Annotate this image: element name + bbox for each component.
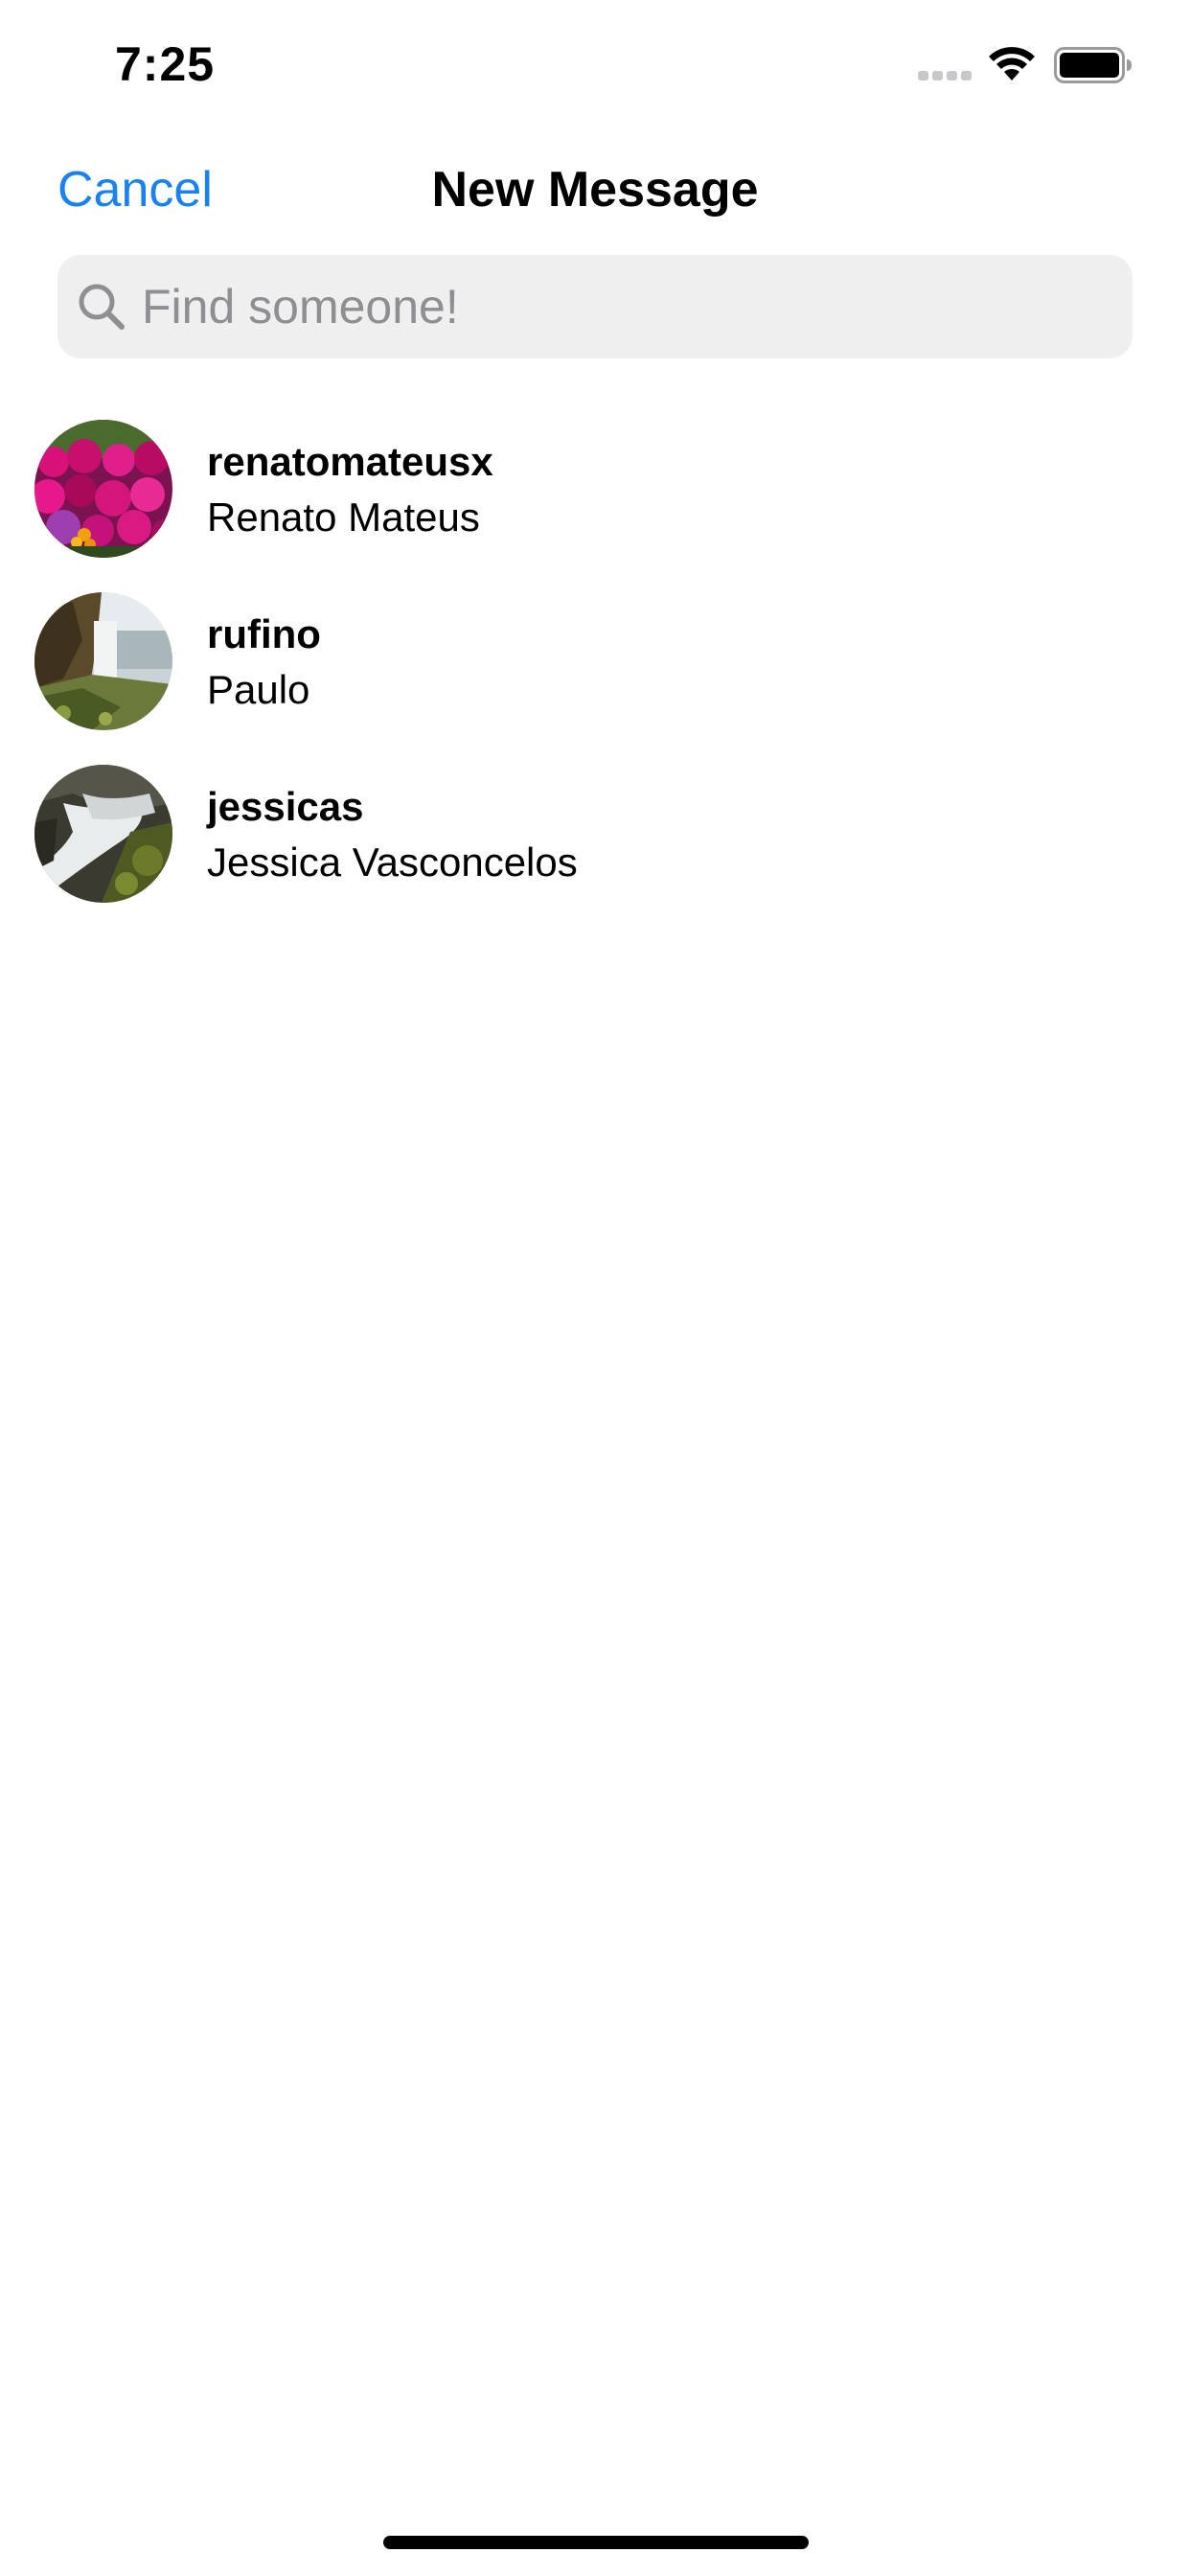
avatar bbox=[34, 420, 172, 558]
full-name: Renato Mateus bbox=[207, 494, 480, 540]
avatar bbox=[34, 765, 172, 903]
username: renatomateusx bbox=[207, 439, 493, 484]
search-box[interactable] bbox=[57, 255, 1133, 358]
nav-bar: New Message Cancel bbox=[0, 144, 1190, 236]
user-list: renatomateusx Renato Mateus rufino Paulo… bbox=[0, 412, 1190, 930]
search-input[interactable] bbox=[142, 255, 1110, 358]
battery-full-icon bbox=[1054, 47, 1133, 83]
flowers-photo-avatar bbox=[34, 420, 172, 558]
status-bar: 7:25 bbox=[0, 0, 1190, 126]
full-name: Jessica Vasconcelos bbox=[207, 840, 578, 885]
user-row[interactable]: jessicas Jessica Vasconcelos bbox=[0, 757, 1190, 930]
user-row[interactable]: renatomateusx Renato Mateus bbox=[0, 412, 1190, 585]
cancel-button[interactable]: Cancel bbox=[57, 161, 213, 218]
waterfall-stream-photo-avatar bbox=[34, 765, 172, 903]
waterfall-cliff-photo-avatar bbox=[34, 592, 172, 730]
username: jessicas bbox=[207, 784, 364, 829]
avatar bbox=[34, 592, 172, 730]
full-name: Paulo bbox=[207, 667, 310, 712]
wifi-icon bbox=[987, 44, 1037, 82]
new-message-screen: 7:25 New Message Cancel Find someone! re… bbox=[0, 0, 1190, 2576]
home-indicator[interactable] bbox=[383, 2536, 809, 2549]
search-icon bbox=[77, 282, 126, 332]
cellular-signal-icon bbox=[918, 69, 973, 82]
username: rufino bbox=[207, 611, 321, 656]
status-time: 7:25 bbox=[115, 37, 216, 91]
user-row[interactable]: rufino Paulo bbox=[0, 585, 1190, 757]
